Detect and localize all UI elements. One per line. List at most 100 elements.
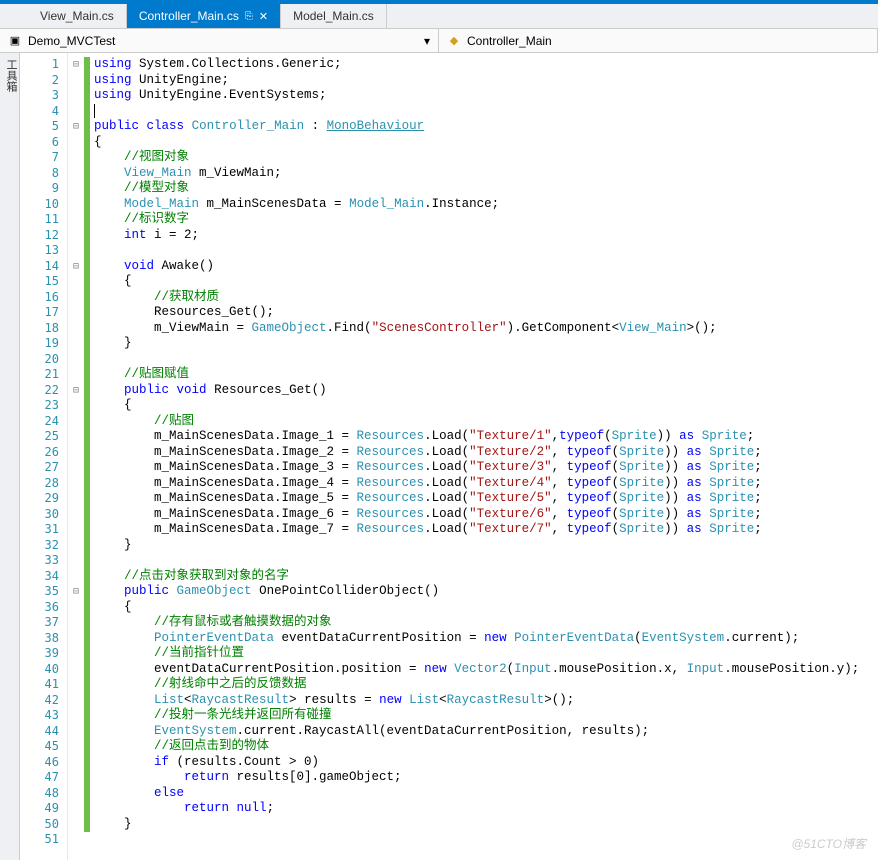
code-line[interactable]: //获取材质 (94, 290, 878, 306)
fold-toggle[interactable]: ⊟ (68, 584, 84, 600)
code-line[interactable] (94, 352, 878, 368)
code-line[interactable]: return results[0].gameObject; (94, 770, 878, 786)
fold-toggle (68, 243, 84, 259)
code-line[interactable]: else (94, 786, 878, 802)
code-line[interactable] (94, 104, 878, 120)
line-number: 35 (20, 584, 59, 600)
code-line[interactable]: public GameObject OnePointColliderObject… (94, 584, 878, 600)
line-number: 7 (20, 150, 59, 166)
code-line[interactable]: m_MainScenesData.Image_4 = Resources.Loa… (94, 476, 878, 492)
code-line[interactable]: //返回点击到的物体 (94, 739, 878, 755)
code-line[interactable]: //当前指针位置 (94, 646, 878, 662)
line-number: 19 (20, 336, 59, 352)
code-line[interactable]: eventDataCurrentPosition.position = new … (94, 662, 878, 678)
code-line[interactable]: List<RaycastResult> results = new List<R… (94, 693, 878, 709)
fold-toggle (68, 476, 84, 492)
code-line[interactable]: //贴图赋值 (94, 367, 878, 383)
tab-model-main[interactable]: Model_Main.cs (281, 4, 387, 28)
code-line[interactable]: using System.Collections.Generic; (94, 57, 878, 73)
code-line[interactable]: //模型对象 (94, 181, 878, 197)
fold-toggle (68, 801, 84, 817)
code-line[interactable]: } (94, 538, 878, 554)
fold-toggle (68, 600, 84, 616)
fold-toggle[interactable]: ⊟ (68, 57, 84, 73)
tab-controller-main[interactable]: Controller_Main.cs ⎘ ✕ (127, 4, 281, 28)
fold-toggle (68, 662, 84, 678)
nav-scope-class[interactable]: ◆ Controller_Main (439, 29, 878, 52)
code-line[interactable]: m_ViewMain = GameObject.Find("ScenesCont… (94, 321, 878, 337)
code-nav-bar: ▣ Demo_MVCTest ▾ ◆ Controller_Main (0, 29, 878, 53)
fold-toggle (68, 677, 84, 693)
code-line[interactable]: m_MainScenesData.Image_5 = Resources.Loa… (94, 491, 878, 507)
line-number: 18 (20, 321, 59, 337)
code-line[interactable]: void Awake() (94, 259, 878, 275)
code-line[interactable]: //点击对象获取到对象的名字 (94, 569, 878, 585)
fold-toggle[interactable]: ⊟ (68, 119, 84, 135)
line-number: 33 (20, 553, 59, 569)
code-line[interactable]: m_MainScenesData.Image_3 = Resources.Loa… (94, 460, 878, 476)
code-line[interactable]: using UnityEngine.EventSystems; (94, 88, 878, 104)
line-number: 1 (20, 57, 59, 73)
line-number: 47 (20, 770, 59, 786)
code-line[interactable]: int i = 2; (94, 228, 878, 244)
code-line[interactable]: //标识数字 (94, 212, 878, 228)
line-number: 30 (20, 507, 59, 523)
code-line[interactable]: if (results.Count > 0) (94, 755, 878, 771)
nav-scope-project[interactable]: ▣ Demo_MVCTest ▾ (0, 29, 439, 52)
code-line[interactable]: using UnityEngine; (94, 73, 878, 89)
code-line[interactable]: { (94, 135, 878, 151)
line-number: 37 (20, 615, 59, 631)
code-line[interactable]: Resources_Get(); (94, 305, 878, 321)
code-line[interactable]: public class Controller_Main : MonoBehav… (94, 119, 878, 135)
close-icon[interactable]: ✕ (259, 10, 268, 23)
code-line[interactable]: View_Main m_ViewMain; (94, 166, 878, 182)
fold-toggle (68, 274, 84, 290)
code-line[interactable]: //贴图 (94, 414, 878, 430)
code-line[interactable]: m_MainScenesData.Image_1 = Resources.Loa… (94, 429, 878, 445)
line-number: 43 (20, 708, 59, 724)
code-line[interactable]: //存有鼠标或者触摸数据的对象 (94, 615, 878, 631)
code-line[interactable]: //投射一条光线并返回所有碰撞 (94, 708, 878, 724)
code-line[interactable]: //射线命中之后的反馈数据 (94, 677, 878, 693)
fold-toggle (68, 491, 84, 507)
code-line[interactable]: m_MainScenesData.Image_6 = Resources.Loa… (94, 507, 878, 523)
code-line[interactable]: EventSystem.current.RaycastAll(eventData… (94, 724, 878, 740)
code-line[interactable]: } (94, 817, 878, 833)
fold-toggle (68, 197, 84, 213)
code-line[interactable]: return null; (94, 801, 878, 817)
fold-toggle (68, 553, 84, 569)
code-line[interactable]: { (94, 600, 878, 616)
line-number: 10 (20, 197, 59, 213)
code-line[interactable]: { (94, 398, 878, 414)
code-line[interactable] (94, 243, 878, 259)
code-line[interactable] (94, 553, 878, 569)
fold-toggle (68, 631, 84, 647)
code-line[interactable]: m_MainScenesData.Image_2 = Resources.Loa… (94, 445, 878, 461)
chevron-down-icon[interactable]: ▾ (424, 34, 430, 48)
line-number: 36 (20, 600, 59, 616)
line-number: 5 (20, 119, 59, 135)
line-number: 31 (20, 522, 59, 538)
code-line[interactable]: //视图对象 (94, 150, 878, 166)
code-area[interactable]: using System.Collections.Generic;using U… (90, 53, 878, 860)
line-number: 34 (20, 569, 59, 585)
fold-toggle[interactable]: ⊟ (68, 259, 84, 275)
pin-icon[interactable]: ⎘ (245, 11, 253, 22)
tab-view-main[interactable]: View_Main.cs (28, 4, 127, 28)
code-line[interactable]: { (94, 274, 878, 290)
fold-toggle[interactable]: ⊟ (68, 383, 84, 399)
toolbox-tab[interactable]: 工具箱 (0, 53, 20, 860)
fold-toggle (68, 367, 84, 383)
code-line[interactable]: } (94, 336, 878, 352)
line-number: 16 (20, 290, 59, 306)
code-line[interactable]: Model_Main m_MainScenesData = Model_Main… (94, 197, 878, 213)
line-number: 17 (20, 305, 59, 321)
code-line[interactable] (94, 832, 878, 848)
fold-column: ⊟ ⊟ ⊟ ⊟ ⊟ (68, 53, 84, 860)
code-line[interactable]: m_MainScenesData.Image_7 = Resources.Loa… (94, 522, 878, 538)
line-number: 25 (20, 429, 59, 445)
code-line[interactable]: public void Resources_Get() (94, 383, 878, 399)
code-line[interactable]: PointerEventData eventDataCurrentPositio… (94, 631, 878, 647)
fold-toggle (68, 507, 84, 523)
fold-toggle (68, 708, 84, 724)
